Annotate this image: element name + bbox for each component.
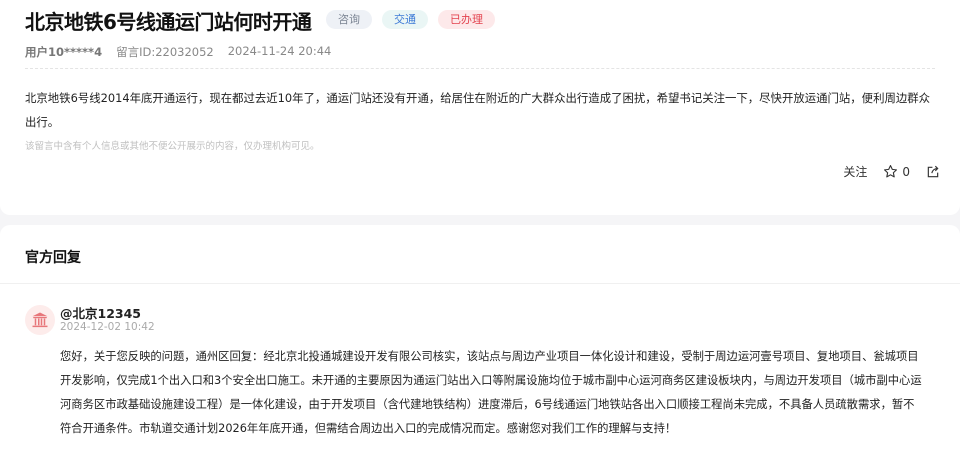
privacy-notice: 该留言中含有个人信息或其他不便公开展示的内容，仅办理机构可见。 (25, 141, 320, 152)
share-button[interactable] (926, 165, 940, 179)
post-title: 北京地铁6号线通运门站何时开通 (25, 10, 312, 34)
body-line: 北京地铁6号线2014年底开通运行，现在都过去近10年了，通运门站还没有开通，给… (25, 91, 931, 105)
divider (25, 68, 935, 69)
status-badge: 已办理 (438, 10, 495, 29)
tag-list: 咨询 交通 已办理 (326, 10, 495, 29)
reply-datetime: 2024-12-02 10:42 (60, 321, 155, 333)
post-body: 北京地铁6号线2014年底开通运行，现在都过去近10年了，通运门站还没有开通，给… (25, 86, 950, 134)
tag-traffic: 交通 (382, 10, 428, 29)
divider (0, 283, 960, 284)
reply-line: 河商务区市政基础设施建设工程）是一体化建设，由于开发项目（含代建地铁结构）进度滞… (60, 398, 915, 411)
government-building-icon (32, 312, 48, 328)
post-datetime: 2024-11-24 20:44 (227, 44, 332, 58)
reply-author: @北京12345 (60, 306, 141, 321)
section-title: 官方回复 (25, 250, 81, 266)
share-icon (927, 165, 939, 177)
follow-button[interactable]: 关注 (843, 163, 867, 180)
reply-card: 官方回复 @北京12345 2024-12-02 10:42 您好，关于您反映的… (0, 225, 960, 452)
message-id: 留言ID:22032052 (116, 45, 214, 59)
avatar (25, 305, 55, 335)
reply-line: 开发影响，仅完成1个出入口和3个安全出口施工。未开通的主要原因为通运门站出入口等… (60, 374, 922, 387)
follow-label: 关注 (843, 165, 868, 179)
body-line: 出行。 (25, 115, 60, 129)
star-button[interactable]: 0 (883, 164, 910, 179)
post-meta: 用户10*****4 留言ID:22032052 2024-11-24 20:4… (25, 44, 331, 60)
star-count: 0 (902, 164, 910, 179)
post-actions: 关注 0 (843, 163, 940, 180)
reply-body: 您好，关于您反映的问题，通州区回复：经北京北投通城建设开发有限公司核实，该站点与… (60, 345, 922, 441)
star-icon (884, 165, 898, 178)
reply-line: 您好，关于您反映的问题，通州区回复：经北京北投通城建设开发有限公司核实，该站点与… (60, 350, 919, 363)
tag-consult: 咨询 (326, 10, 372, 29)
post-user: 用户10*****4 (25, 45, 103, 59)
post-card: 北京地铁6号线通运门站何时开通 咨询 交通 已办理 用户10*****4 留言I… (0, 0, 960, 215)
reply-line: 符合开通条件。市轨道交通计划2026年年底开通，但需结合周边出入口的完成情况而定… (60, 422, 677, 435)
